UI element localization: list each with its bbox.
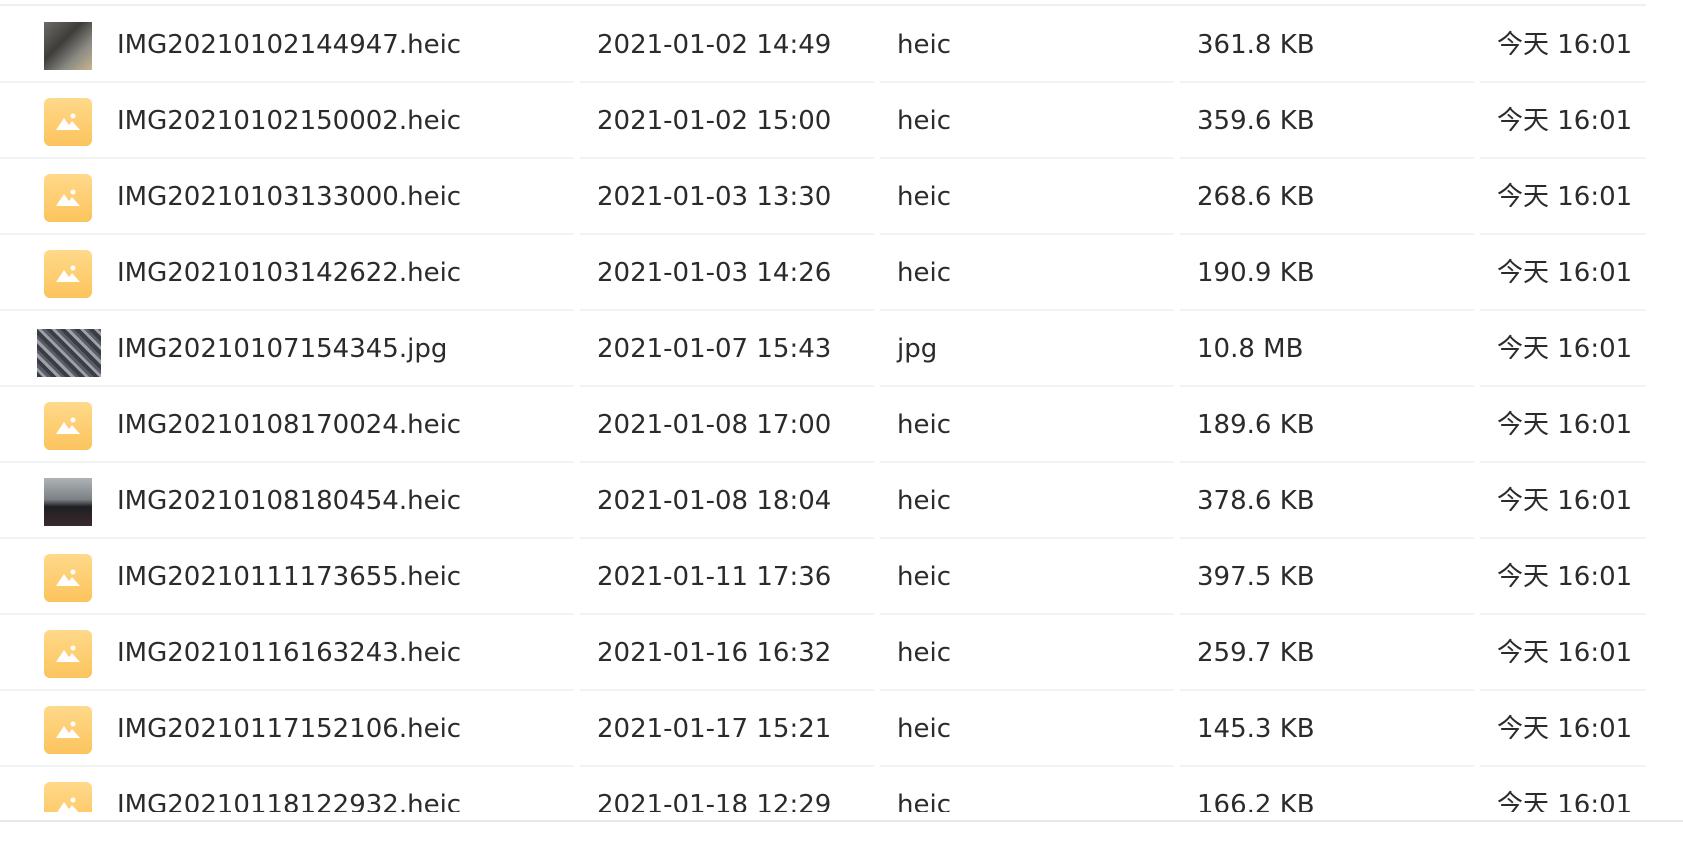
file-type: heic — [897, 562, 951, 592]
file-date: 2021-01-08 18:04 — [597, 486, 832, 516]
file-modified: 今天 16:01 — [1497, 410, 1633, 440]
file-row[interactable]: IMG20210117152106.heic 2021-01-17 15:21 he… — [0, 691, 1683, 767]
thumbnail-image — [44, 22, 92, 70]
image-icon — [44, 706, 92, 754]
file-date: 2021-01-17 15:21 — [597, 714, 832, 744]
file-name: IMG20210116163243.heic — [117, 638, 462, 668]
thumbnail-image — [37, 329, 101, 377]
file-name: IMG20210118122932.heic — [117, 790, 462, 812]
file-row[interactable]: IMG20210108180454.heic 2021-01-08 18:04 he… — [0, 463, 1683, 539]
file-row[interactable]: IMG20210107154345.jpg 2021-01-07 15:43 jpg… — [0, 311, 1683, 387]
file-row[interactable]: IMG20210103142622.heic 2021-01-03 14:26 he… — [0, 235, 1683, 311]
file-row[interactable]: IMG20210111173655.heic 2021-01-11 17:36 he… — [0, 539, 1683, 615]
file-date: 2021-01-08 17:00 — [597, 410, 832, 440]
image-icon — [44, 554, 92, 602]
file-modified: 今天 16:01 — [1497, 334, 1633, 364]
file-size: 145.3 KB — [1197, 714, 1315, 744]
file-modified: 今天 16:01 — [1497, 486, 1633, 516]
file-row[interactable]: IMG20210102150002.heic 2021-01-02 15:00 he… — [0, 83, 1683, 159]
file-size: 189.6 KB — [1197, 410, 1315, 440]
file-size: 190.9 KB — [1197, 258, 1315, 288]
file-name: IMG20210102150002.heic — [117, 106, 462, 136]
file-size: 10.8 MB — [1197, 334, 1304, 364]
file-row[interactable]: IMG20210102144947.heic 2021-01-02 14:49 he… — [0, 7, 1683, 83]
file-type: heic — [897, 486, 951, 516]
image-icon — [44, 98, 92, 146]
file-size: 268.6 KB — [1197, 182, 1315, 212]
file-name: IMG20210108170024.heic — [117, 410, 462, 440]
file-row[interactable]: IMG20210116163243.heic 2021-01-16 16:32 he… — [0, 615, 1683, 691]
file-size: 361.8 KB — [1197, 30, 1315, 60]
divider — [0, 820, 1683, 822]
file-type: heic — [897, 258, 951, 288]
file-size: 259.7 KB — [1197, 638, 1315, 668]
file-modified: 今天 16:01 — [1497, 30, 1633, 60]
file-type: jpg — [897, 334, 938, 364]
file-type: heic — [897, 182, 951, 212]
divider — [0, 4, 1646, 6]
image-icon — [44, 174, 92, 222]
file-modified: 今天 16:01 — [1497, 562, 1633, 592]
file-rows: IMG20210102144947.heic 2021-01-02 14:49 he… — [0, 7, 1683, 812]
file-list: IMG20210102144947.heic 2021-01-02 14:49 he… — [0, 0, 1683, 822]
image-icon — [44, 630, 92, 678]
file-size: 397.5 KB — [1197, 562, 1315, 592]
file-row[interactable]: IMG20210118122932.heic 2021-01-18 12:29 he… — [0, 767, 1683, 812]
file-name: IMG20210107154345.jpg — [117, 334, 448, 364]
file-date: 2021-01-02 15:00 — [597, 106, 832, 136]
file-date: 2021-01-07 15:43 — [597, 334, 832, 364]
image-icon — [44, 402, 92, 450]
file-row[interactable]: IMG20210103133000.heic 2021-01-03 13:30 he… — [0, 159, 1683, 235]
file-date: 2021-01-16 16:32 — [597, 638, 832, 668]
file-date: 2021-01-03 13:30 — [597, 182, 832, 212]
image-icon — [44, 782, 92, 812]
file-size: 359.6 KB — [1197, 106, 1315, 136]
file-modified: 今天 16:01 — [1497, 258, 1633, 288]
file-date: 2021-01-11 17:36 — [597, 562, 832, 592]
image-icon — [44, 250, 92, 298]
file-type: heic — [897, 714, 951, 744]
file-name: IMG20210111173655.heic — [117, 562, 462, 592]
file-name: IMG20210117152106.heic — [117, 714, 462, 744]
file-size: 378.6 KB — [1197, 486, 1315, 516]
file-modified: 今天 16:01 — [1497, 714, 1633, 744]
file-modified: 今天 16:01 — [1497, 106, 1633, 136]
file-type: heic — [897, 106, 951, 136]
file-name: IMG20210102144947.heic — [117, 30, 462, 60]
file-date: 2021-01-02 14:49 — [597, 30, 832, 60]
file-date: 2021-01-03 14:26 — [597, 258, 832, 288]
file-modified: 今天 16:01 — [1497, 182, 1633, 212]
file-name: IMG20210103142622.heic — [117, 258, 462, 288]
file-date: 2021-01-18 12:29 — [597, 790, 832, 812]
file-type: heic — [897, 410, 951, 440]
thumbnail-image — [44, 478, 92, 526]
file-name: IMG20210103133000.heic — [117, 182, 462, 212]
file-name: IMG20210108180454.heic — [117, 486, 462, 516]
file-type: heic — [897, 30, 951, 60]
file-size: 166.2 KB — [1197, 790, 1315, 812]
file-type: heic — [897, 790, 951, 812]
file-modified: 今天 16:01 — [1497, 638, 1633, 668]
file-modified: 今天 16:01 — [1497, 790, 1633, 812]
file-type: heic — [897, 638, 951, 668]
file-row[interactable]: IMG20210108170024.heic 2021-01-08 17:00 he… — [0, 387, 1683, 463]
